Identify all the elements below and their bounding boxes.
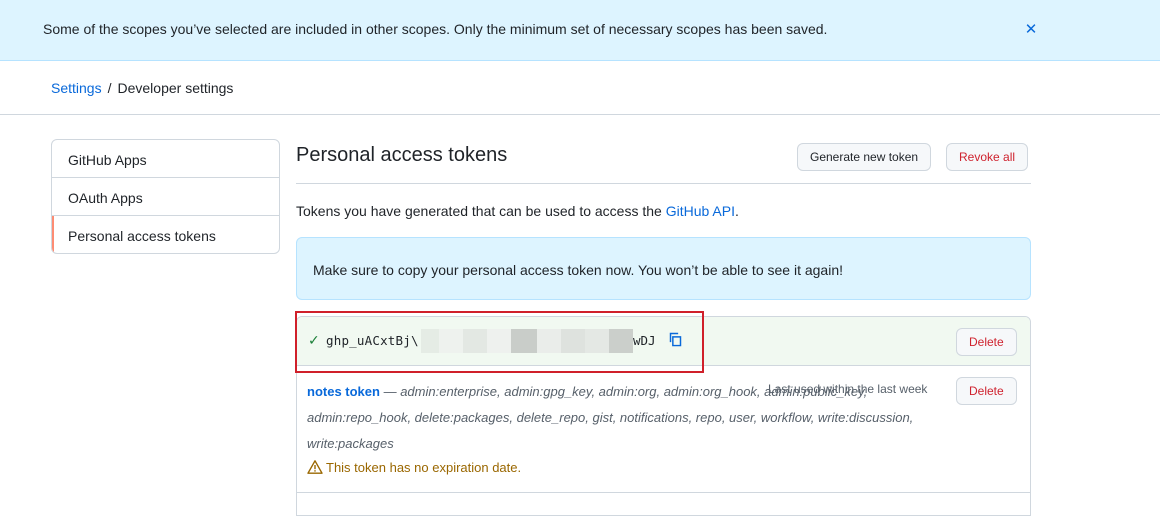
revoke-all-button[interactable]: Revoke all [946,143,1029,171]
copy-icon[interactable] [667,331,684,348]
generate-new-token-button[interactable]: Generate new token [797,143,932,171]
token-list: ✓ ghp_uACxtBj\ wDJ Delete notes token — … [296,316,1031,516]
sidebar-item-github-apps[interactable]: GitHub Apps [52,140,279,178]
alert-icon [307,460,326,475]
token-row: notes token — admin:enterprise, admin:gp… [297,367,1030,492]
sidebar-item-label: Personal access tokens [68,228,216,244]
sidebar-item-label: OAuth Apps [68,190,143,206]
redacted-token-blur [421,329,633,353]
page-header: Personal access tokens Generate new toke… [296,139,1031,184]
token-value-suffix: wDJ [633,333,656,348]
delete-new-token-button[interactable]: Delete [956,328,1017,356]
token-name-link[interactable]: notes token [307,384,380,399]
check-icon: ✓ [308,332,320,348]
scopes-flash-banner: Some of the scopes you’ve selected are i… [0,0,1160,61]
page-title: Personal access tokens [296,144,508,166]
warning-text: This token has no expiration date. [326,460,522,475]
breadcrumb-settings-link[interactable]: Settings [51,80,102,96]
last-used-status: Last used within the last week [768,382,928,396]
delete-token-button[interactable]: Delete [956,377,1017,405]
flash-message: Some of the scopes you’ve selected are i… [43,21,828,37]
intro-text-end: . [734,203,739,219]
sidebar-item-label: GitHub Apps [68,152,147,168]
row-divider [297,492,1030,493]
token-value-prefix[interactable]: ghp_uACxtBj\ [326,333,419,348]
copy-token-notice: Make sure to copy your personal access t… [296,237,1031,300]
developer-settings-sidebar: GitHub Apps OAuth Apps Personal access t… [51,139,280,254]
sidebar-item-personal-access-tokens[interactable]: Personal access tokens [52,216,279,253]
new-token-row: ✓ ghp_uACxtBj\ wDJ Delete [297,317,1030,366]
breadcrumb-current: Developer settings [117,80,234,96]
intro-text-body: Tokens you have generated that can be us… [296,203,666,219]
intro-text: Tokens you have generated that can be us… [296,203,739,219]
sidebar-item-oauth-apps[interactable]: OAuth Apps [52,178,279,216]
github-api-link[interactable]: GitHub API [666,203,735,219]
close-icon[interactable]: ✕ [1022,20,1040,40]
expiration-warning: This token has no expiration date. [307,459,521,475]
notice-message: Make sure to copy your personal access t… [313,262,843,278]
breadcrumb-separator: / [107,80,112,96]
breadcrumb: Settings / Developer settings [0,61,1160,115]
